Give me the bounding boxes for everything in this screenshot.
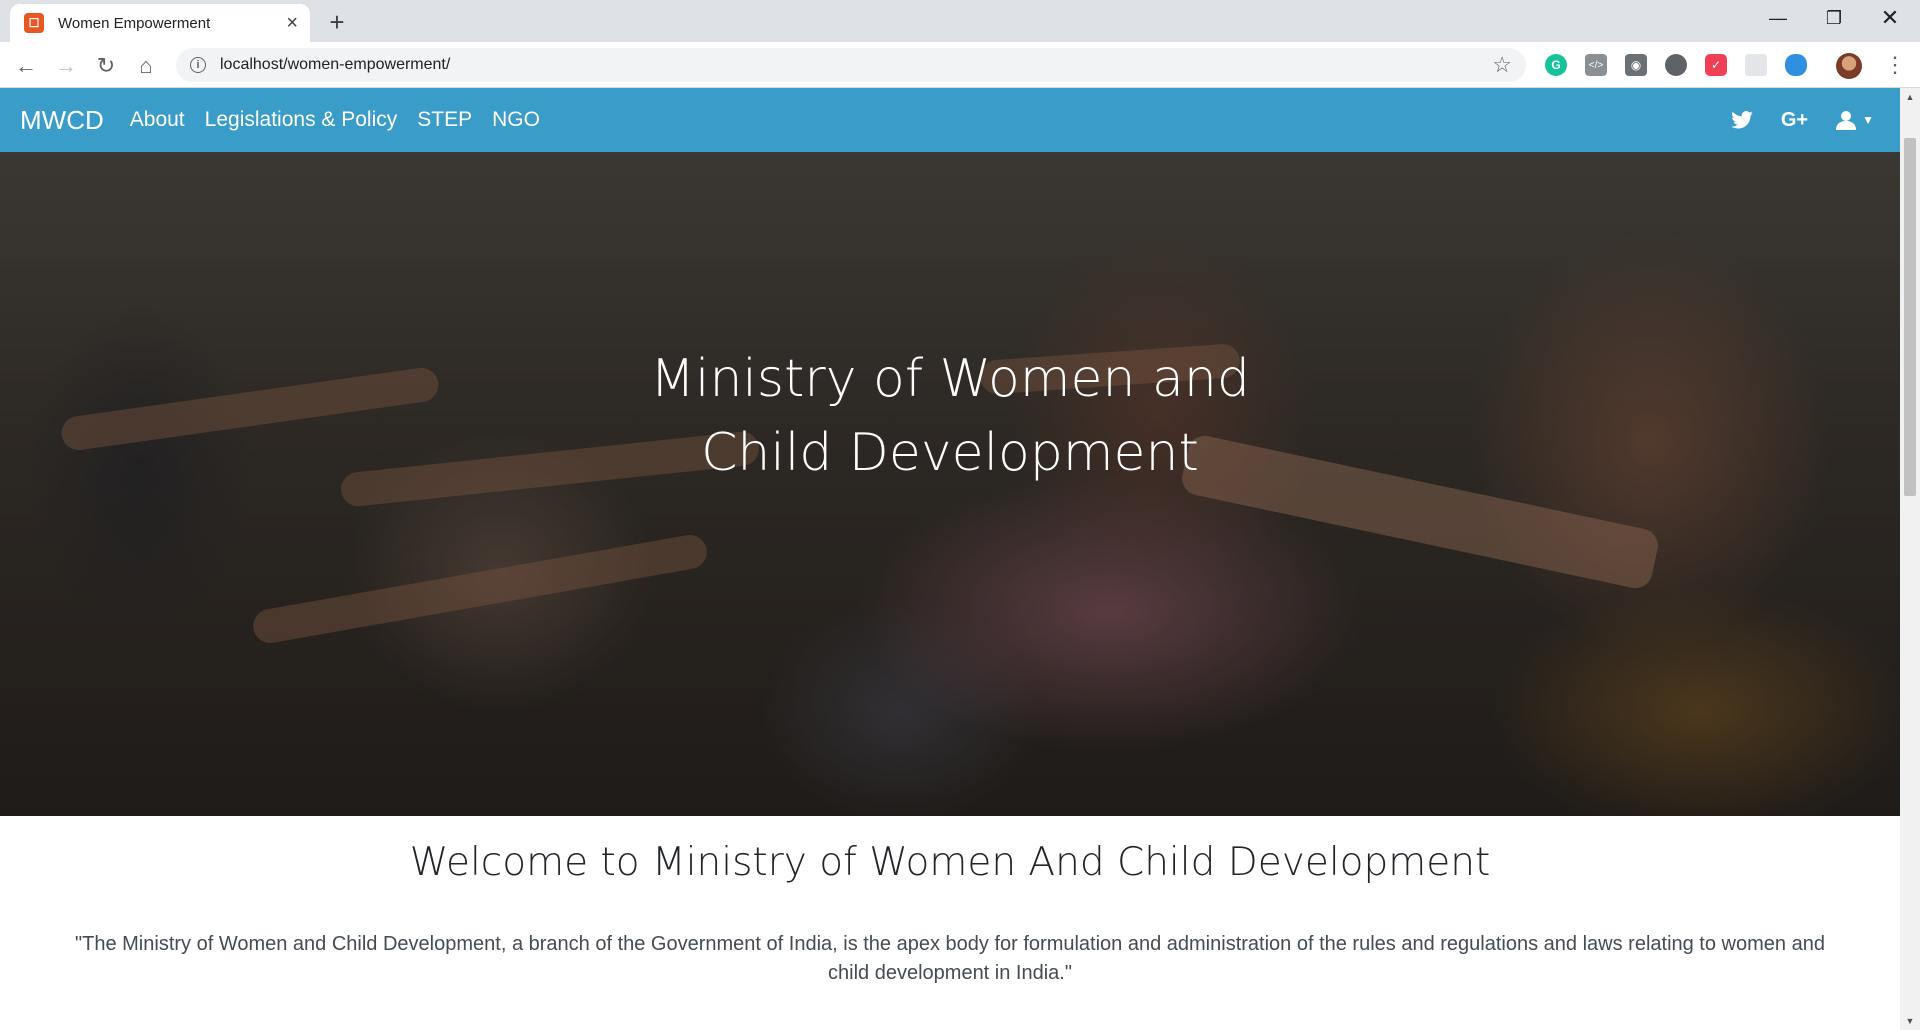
cloud-extension-icon[interactable]	[1785, 54, 1807, 76]
info-icon[interactable]: i	[190, 57, 206, 73]
nav-link-step[interactable]: STEP	[417, 108, 472, 132]
forward-button[interactable]: →	[50, 50, 82, 82]
camera-extension-icon[interactable]: ◉	[1625, 54, 1647, 76]
scroll-down-icon[interactable]: ▼	[1900, 1012, 1920, 1030]
hero-banner: Ministry of Women and Child Development	[0, 152, 1900, 816]
site-favicon-icon: ☐	[24, 13, 44, 33]
close-window-button[interactable]: ✕	[1862, 0, 1918, 36]
profile-avatar[interactable]	[1836, 53, 1862, 79]
nav-link-about[interactable]: About	[130, 108, 185, 132]
ministry-quote: "The Ministry of Women and Child Develop…	[75, 933, 1825, 984]
hero-title: Ministry of Women and Child Development	[650, 349, 1250, 483]
welcome-heading: Welcome to Ministry of Women And Child D…	[409, 840, 1491, 885]
restore-button[interactable]: ❐	[1806, 0, 1862, 36]
nav-link-ngo[interactable]: NGO	[492, 108, 540, 132]
bookmark-star-icon[interactable]: ☆	[1492, 52, 1512, 78]
url-text[interactable]: localhost/women-empowerment/	[220, 56, 1492, 74]
browser-tabbar: ☐ Women Empowerment × + — ❐ ✕	[0, 0, 1920, 42]
browser-tab[interactable]: ☐ Women Empowerment ×	[10, 4, 310, 42]
reload-button[interactable]: ↻	[90, 50, 122, 82]
page-viewport: MWCD About Legislations & Policy STEP NG…	[0, 88, 1900, 1030]
browser-menu-icon[interactable]: ⋮	[1884, 52, 1906, 78]
back-button[interactable]: ←	[10, 50, 42, 82]
scroll-up-icon[interactable]: ▲	[1900, 88, 1920, 106]
user-menu-icon[interactable]: ▼	[1836, 110, 1874, 130]
pocket-extension-icon[interactable]: ✓	[1705, 54, 1727, 76]
minimize-button[interactable]: —	[1750, 0, 1806, 36]
twitter-icon[interactable]	[1731, 111, 1753, 129]
social-links: G+ ▼	[1731, 88, 1874, 152]
site-navbar: MWCD About Legislations & Policy STEP NG…	[0, 88, 1900, 152]
grid-extension-icon[interactable]	[1745, 54, 1767, 76]
address-bar[interactable]: i localhost/women-empowerment/ ☆	[176, 48, 1526, 82]
nav-link-legislations[interactable]: Legislations & Policy	[205, 108, 398, 132]
close-tab-icon[interactable]: ×	[286, 13, 298, 33]
page-scrollbar[interactable]: ▲ ▼	[1900, 88, 1920, 1030]
grammarly-extension-icon[interactable]: G	[1545, 54, 1567, 76]
browser-toolbar: ← → ↻ ⌂ i localhost/women-empowerment/ ☆…	[0, 42, 1920, 88]
brand-link[interactable]: MWCD	[20, 105, 104, 136]
new-tab-button[interactable]: +	[322, 7, 352, 37]
scrollbar-thumb[interactable]	[1904, 138, 1916, 496]
home-button[interactable]: ⌂	[130, 50, 162, 82]
tab-title: Women Empowerment	[58, 14, 211, 32]
code-extension-icon[interactable]: </>	[1585, 54, 1607, 76]
google-plus-icon[interactable]: G+	[1781, 109, 1808, 132]
chevron-down-icon: ▼	[1862, 113, 1874, 127]
circle-extension-icon[interactable]	[1665, 54, 1687, 76]
